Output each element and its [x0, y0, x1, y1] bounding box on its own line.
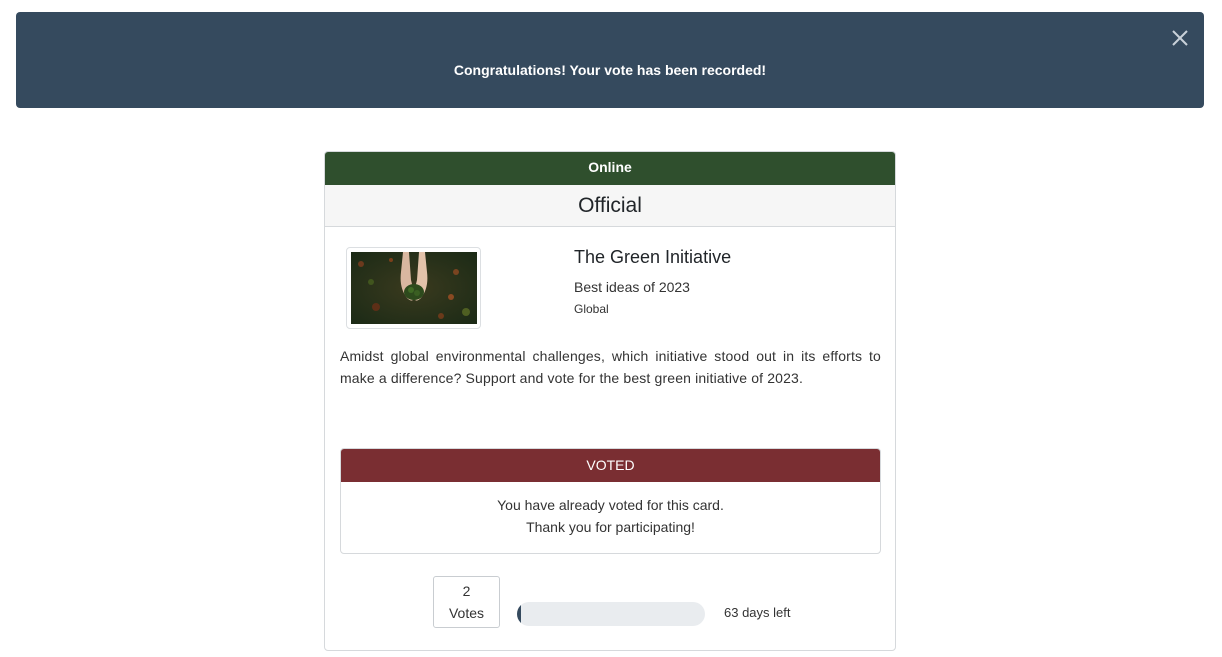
- card-type-header: Official: [325, 185, 895, 227]
- status-badge: Online: [325, 152, 895, 185]
- voted-message-line2: Thank you for participating!: [526, 519, 695, 535]
- close-icon[interactable]: [1170, 28, 1190, 48]
- time-progress-bar: [517, 602, 705, 626]
- voting-card: Online Official The Green Initiative Bes…: [324, 151, 896, 651]
- votes-count: 2: [462, 583, 471, 599]
- card-image: [346, 247, 481, 329]
- notification-toast: Congratulations! Your vote has been reco…: [16, 12, 1204, 108]
- voted-message: You have already voted for this card. Th…: [341, 482, 880, 538]
- card-subtitle: Best ideas of 2023: [574, 279, 690, 295]
- time-progress-fill: [517, 602, 521, 626]
- votes-counter: 2 Votes: [433, 576, 500, 628]
- card-title: The Green Initiative: [574, 247, 732, 267]
- voted-header: VOTED: [341, 449, 880, 482]
- days-left: 63 days left: [724, 605, 791, 620]
- voted-message-line1: You have already voted for this card.: [497, 497, 724, 513]
- toast-message: Congratulations! Your vote has been reco…: [453, 62, 767, 78]
- card-scope: Global: [574, 302, 609, 316]
- votes-label: Votes: [448, 605, 485, 621]
- card-description: Amidst global environmental challenges, …: [340, 348, 881, 386]
- voted-panel: VOTED You have already voted for this ca…: [340, 448, 881, 554]
- hands-holding-plant-image: [351, 252, 477, 324]
